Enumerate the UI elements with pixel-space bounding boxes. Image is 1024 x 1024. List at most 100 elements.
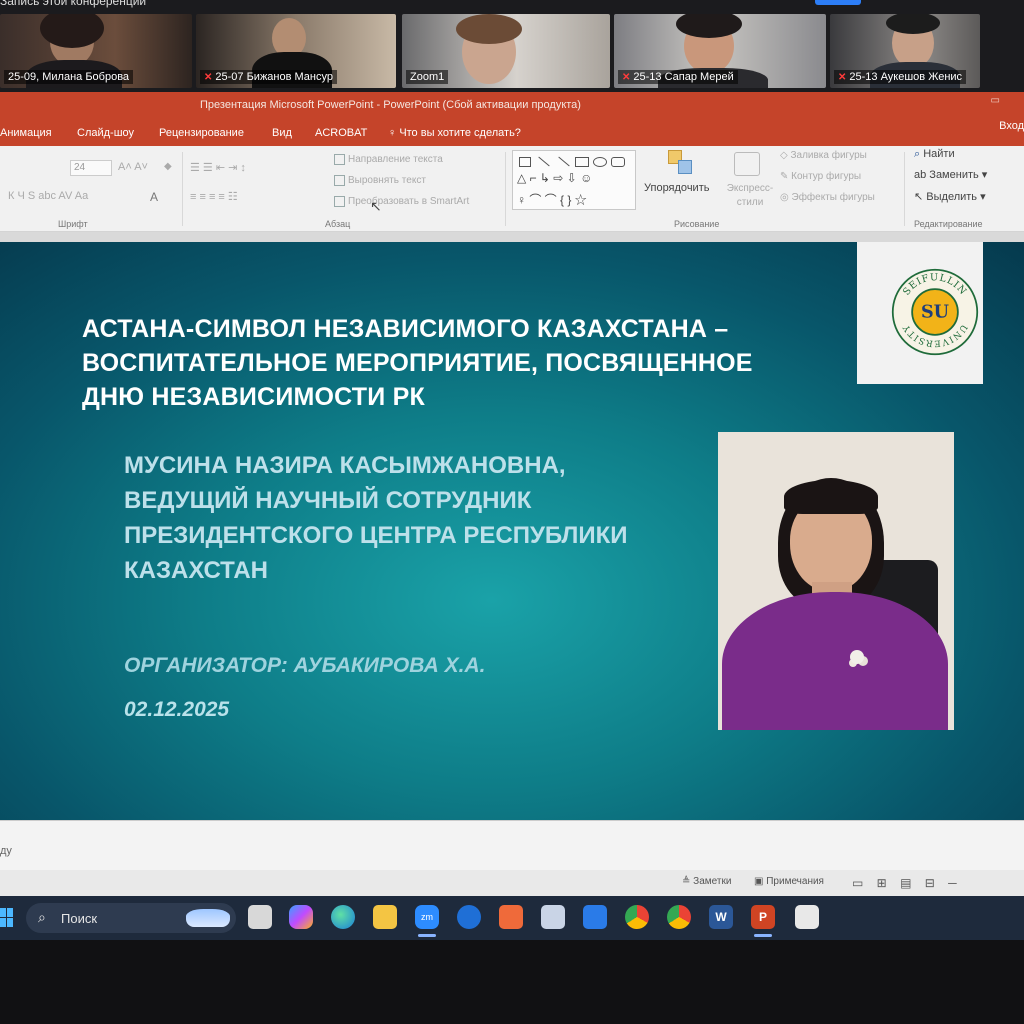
group-font-label: Шрифт (58, 219, 88, 229)
align-text-button[interactable]: Выровнять текст (334, 175, 426, 186)
task-view-icon[interactable] (248, 905, 272, 929)
notes-pane[interactable]: ду ↖ (0, 820, 1024, 892)
comments-icon: ▣ (754, 876, 767, 887)
tab-view[interactable]: Вид (272, 127, 292, 139)
window-control-icon[interactable]: ▭ (991, 95, 1000, 106)
text-direction-button[interactable]: Направление текста (334, 154, 443, 165)
comments-toggle[interactable]: ▣ Примечания (754, 876, 824, 887)
store-app-icon[interactable] (541, 905, 565, 929)
copilot-icon[interactable] (289, 905, 313, 929)
pen-icon: ✎ (780, 171, 792, 182)
participant-name: ✕ 25-07 Бижанов Мансур (200, 70, 337, 84)
tab-slideshow[interactable]: Слайд-шоу (77, 127, 134, 139)
arrow-shape-icon[interactable] (558, 156, 570, 167)
tell-me-box[interactable]: ♀ Что вы хотите сделать? (388, 127, 521, 139)
tab-animation[interactable]: Анимация (0, 127, 52, 139)
slide-canvas-margin (0, 232, 1024, 242)
speaker-info: МУСИНА НАЗИРА КАСЫМЖАНОВНА, ВЕДУЩИЙ НАУЧ… (124, 452, 628, 584)
replace-button[interactable]: ab Заменить ▾ (914, 168, 987, 181)
chrome-profile-icon[interactable] (667, 905, 691, 929)
participant-name: ✕ 25-13 Сапар Мерей (618, 70, 738, 84)
rect-shape-icon[interactable] (575, 157, 589, 167)
participant-tile[interactable]: ✕ 25-13 Аукешов Женис (830, 14, 980, 88)
participant-tile[interactable]: ✕ 25-07 Бижанов Мансур (196, 14, 396, 88)
font-grow-icon[interactable]: A˄ A˅ (118, 161, 148, 173)
signin-link[interactable]: Вход (999, 120, 1024, 132)
taskbar-search[interactable]: ⌕ Поиск (26, 903, 236, 933)
teamviewer-icon[interactable] (457, 905, 481, 929)
tab-acrobat[interactable]: ACROBAT (315, 127, 367, 139)
font-size-box[interactable]: 24 (70, 160, 112, 176)
powerpoint-active-indicator (754, 934, 772, 937)
arrange-button[interactable]: Упорядочить (644, 182, 709, 194)
zoom-icon[interactable]: zm (415, 905, 439, 929)
shapes-row-3[interactable]: ♀ ⌒ ⌒ { } ☆ (517, 191, 587, 208)
paint-bucket-icon: ◇ (780, 150, 791, 161)
notes-toggle[interactable]: ≜ Заметки (682, 876, 731, 887)
powerpoint-icon[interactable]: P (751, 905, 775, 929)
speaker-photo (718, 432, 954, 730)
effects-icon: ◎ (780, 192, 792, 203)
svg-text:SU: SU (921, 301, 949, 322)
media-player-icon[interactable] (499, 905, 523, 929)
search-icon: ⌕ (914, 148, 924, 160)
windows-taskbar: ⌕ Поиск zm W P (0, 896, 1024, 940)
ppt-title-bar: Презентация Microsoft PowerPoint - Power… (0, 92, 1024, 122)
convert-smartart-button[interactable]: Преобразовать в SmartArt (334, 196, 469, 207)
widgets-icon[interactable] (186, 909, 230, 927)
font-color-icon[interactable]: A (150, 190, 158, 204)
arrange-icon (668, 150, 694, 176)
clear-format-icon[interactable]: ◆ (164, 161, 172, 172)
participant-tile[interactable]: ✕ 25-13 Сапар Мерей (614, 14, 826, 88)
shape-outline-button[interactable]: ✎ Контур фигуры (780, 171, 861, 182)
participant-tile[interactable]: Zoom1 (402, 14, 610, 88)
ribbon-tabs: Анимация Слайд-шоу Рецензирование Вид AC… (0, 120, 1024, 146)
oval-shape-icon[interactable] (593, 157, 607, 167)
seifullin-seal-icon: SEIFULLIN UNIVERSITY SU (891, 268, 979, 356)
app-blue-icon[interactable] (583, 905, 607, 929)
file-explorer-icon[interactable] (373, 905, 397, 929)
view-buttons[interactable]: ▭ ⊞ ▤ ⊟ ─ (852, 876, 957, 890)
quick-styles-icon (734, 152, 760, 176)
zoom-active-indicator (418, 934, 436, 937)
group-drawing-label: Рисование (674, 219, 720, 229)
bold-italic-icon[interactable]: К Ч S abc AV Aa (8, 190, 88, 202)
ribbon-separator (505, 152, 506, 226)
calendar-icon[interactable] (795, 905, 819, 929)
windows-start-icon[interactable] (0, 908, 14, 928)
select-button[interactable]: ↖ Выделить ▾ (914, 190, 986, 203)
slide[interactable]: SEIFULLIN UNIVERSITY SU АСТАНА-СИМВОЛ НЕ… (0, 242, 1024, 820)
find-button[interactable]: ⌕ Найти (914, 148, 955, 161)
shapes-gallery[interactable]: △ ⌐ ↳ ⇨ ⇩ ☺ ♀ ⌒ ⌒ { } ☆ (512, 150, 636, 210)
monitor-bezel (0, 940, 1024, 1024)
bullets-icon[interactable]: ☰ ☰ ⇤ ⇥ ↕ (190, 161, 246, 174)
word-icon[interactable]: W (709, 905, 733, 929)
ribbon-separator (182, 152, 183, 226)
textbox-shape-icon[interactable] (519, 157, 531, 167)
group-editing-label: Редактирование (914, 219, 983, 229)
mic-muted-icon: ✕ (204, 71, 213, 83)
group-paragraph-label: Абзац (325, 219, 351, 229)
shape-effects-button[interactable]: ◎ Эффекты фигуры (780, 192, 875, 203)
edge-icon[interactable] (331, 905, 355, 929)
window-title: Презентация Microsoft PowerPoint - Power… (200, 99, 581, 111)
shapes-row-2[interactable]: △ ⌐ ↳ ⇨ ⇩ ☺ (517, 171, 592, 185)
chrome-icon[interactable] (625, 905, 649, 929)
mic-muted-icon: ✕ (622, 71, 631, 83)
mic-muted-icon: ✕ (838, 71, 847, 83)
participant-name: ✕ 25-13 Аукешов Женис (834, 70, 967, 84)
select-cursor-icon: ↖ (914, 191, 927, 203)
line-shape-icon[interactable] (538, 156, 550, 167)
align-icons[interactable]: ≡ ≡ ≡ ≡ ☷ (190, 190, 238, 203)
zoom-top-button[interactable] (815, 0, 861, 5)
tab-review[interactable]: Рецензирование (159, 127, 244, 139)
zoom-participant-strip: Запись этой конференции 25-09, Милана Бо… (0, 0, 1024, 92)
event-date: 02.12.2025 (124, 698, 230, 721)
recording-notice: Запись этой конференции (0, 0, 147, 8)
participant-tile[interactable]: 25-09, Милана Боброва (0, 14, 192, 88)
rounded-rect-shape-icon[interactable] (611, 157, 625, 167)
shape-fill-button[interactable]: ◇ Заливка фигуры (780, 150, 867, 161)
quick-styles-button[interactable]: Экспресс-стили (720, 182, 780, 210)
participant-name: Zoom1 (406, 70, 449, 84)
mouse-cursor-icon: ↖ (370, 198, 382, 214)
